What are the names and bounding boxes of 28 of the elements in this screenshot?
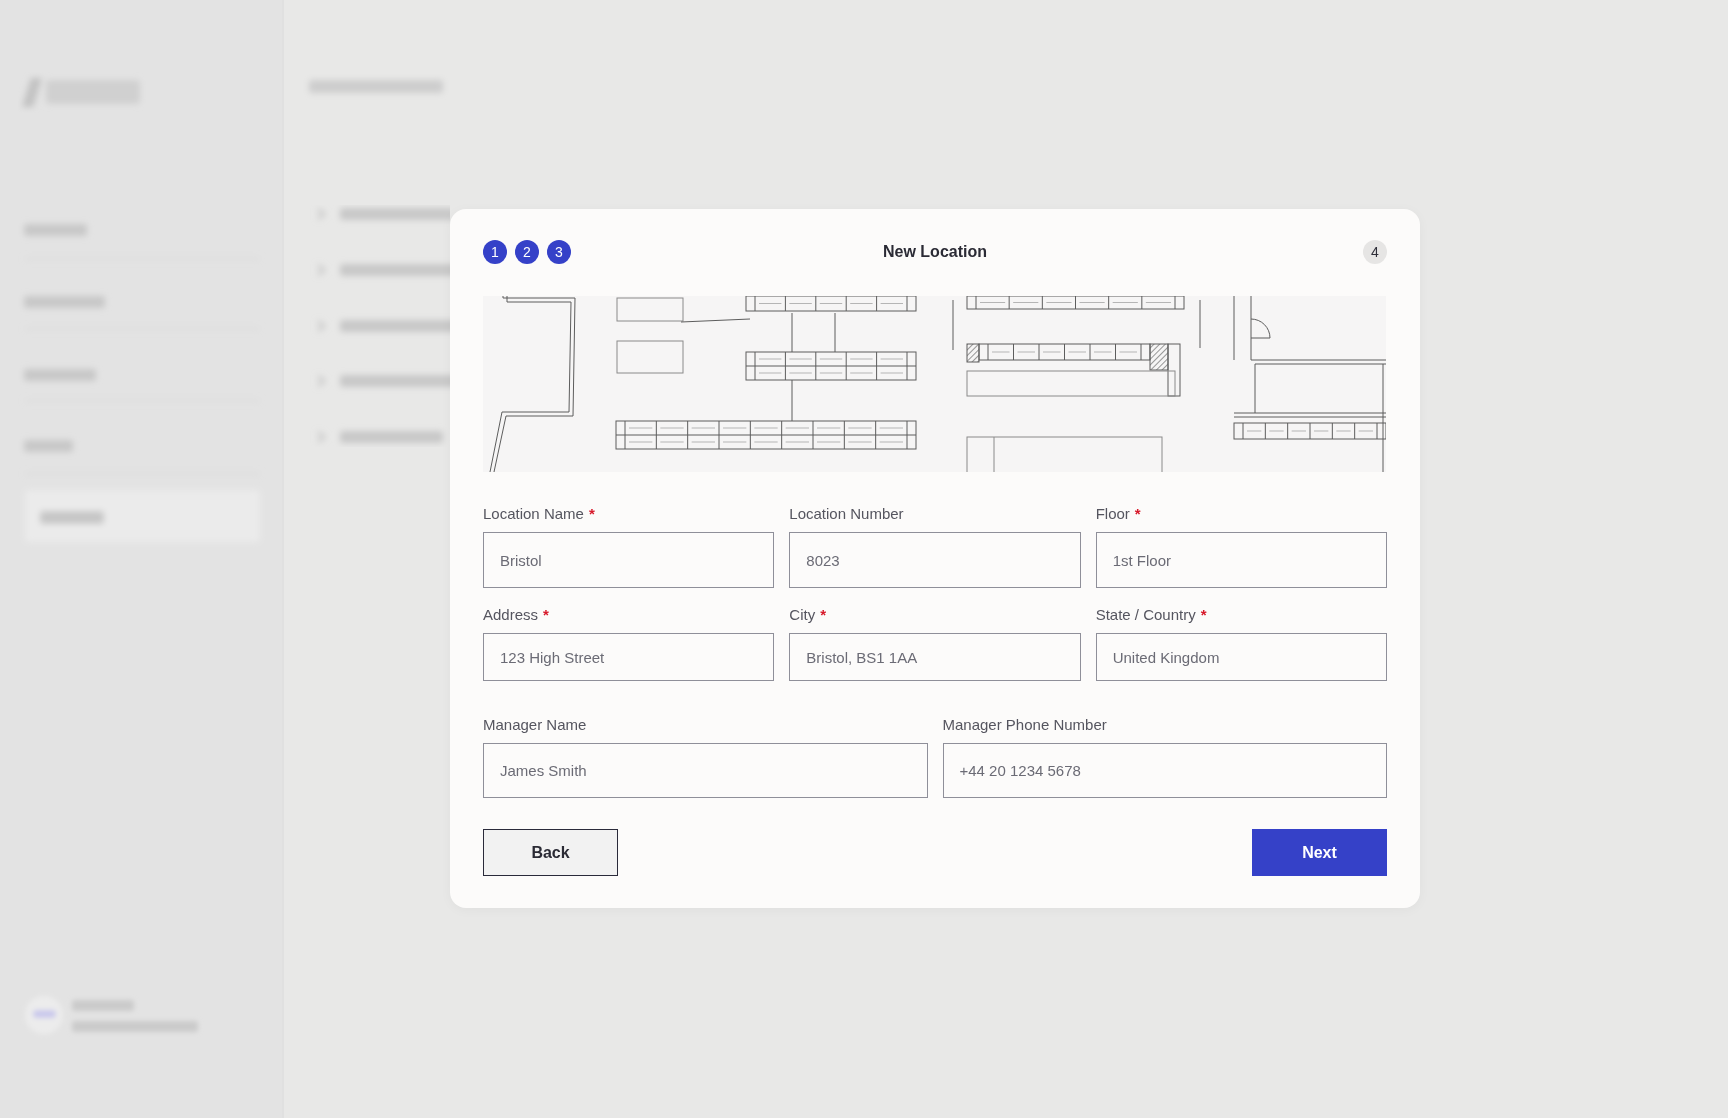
field-label: Location Number (789, 505, 904, 523)
text-input[interactable]: Bristol, BS1 1AA (789, 633, 1081, 681)
text-input[interactable]: 1st Floor (1095, 532, 1387, 588)
field-label: Floor (1095, 505, 1130, 523)
step-indicator: 4 (1363, 240, 1387, 264)
dialog-title: New Location (883, 243, 987, 261)
text-input[interactable]: +44 20 1234 5678 (942, 743, 1387, 798)
text-input[interactable]: 8023 (789, 532, 1081, 588)
field-label: Manager Name (483, 716, 587, 734)
back-button[interactable]: Back (483, 829, 618, 876)
field-label: City (789, 606, 816, 624)
step-indicator: 3 (547, 240, 571, 264)
field-label: Manager Phone Number (942, 716, 1107, 734)
step-indicator: 2 (515, 240, 539, 264)
required-mark: * (1200, 606, 1207, 624)
field-label: Location Name (483, 505, 584, 523)
step-indicator: 1 (483, 240, 507, 264)
required-mark: * (543, 606, 549, 624)
field-label: Address (483, 606, 539, 624)
required-mark: * (820, 606, 826, 624)
text-input[interactable]: Bristol (483, 532, 775, 588)
next-button[interactable]: Next (1252, 829, 1387, 876)
text-input[interactable]: James Smith (483, 743, 928, 798)
text-input[interactable]: United Kingdom (1095, 633, 1387, 681)
required-mark: * (1134, 505, 1141, 523)
field-label: State / Country (1095, 606, 1196, 624)
text-input[interactable]: 123 High Street (483, 633, 775, 681)
required-mark: * (588, 505, 595, 523)
